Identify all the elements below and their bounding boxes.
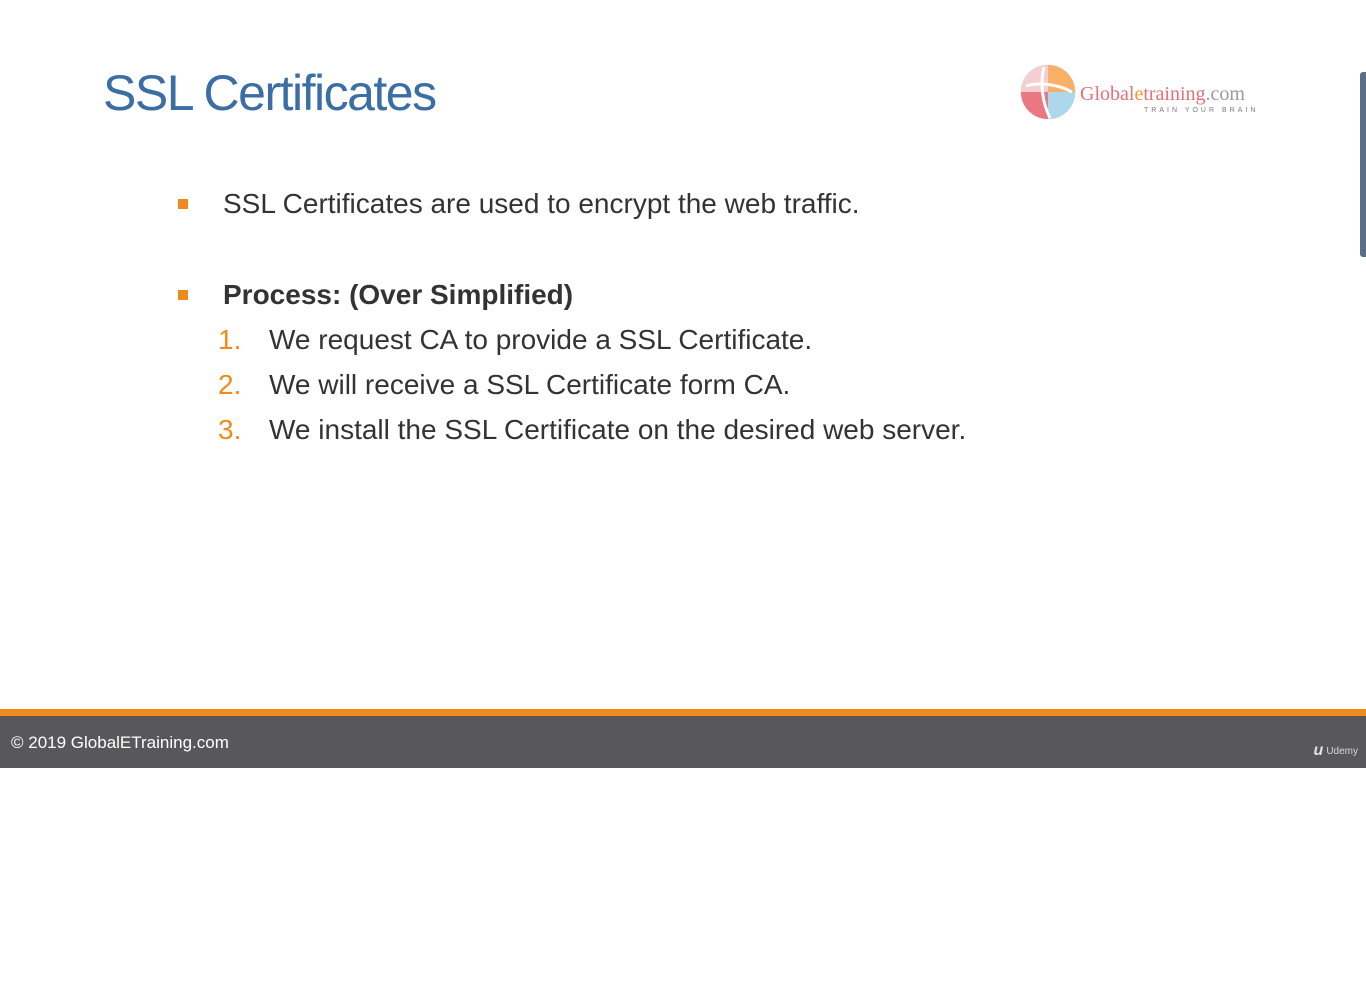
udemy-logo-icon: u <box>1313 742 1324 759</box>
slide-title: SSL Certificates <box>103 65 437 121</box>
step-text: We will receive a SSL Certificate form C… <box>269 369 791 400</box>
logo-wordmark: Globaletraining.com <box>1080 82 1245 106</box>
logo-wordmark-part: Global <box>1080 83 1135 105</box>
logo-wordmark-part: training <box>1143 83 1206 105</box>
slide-footer: © 2019 GlobalETraining.com u Udemy <box>0 716 1366 768</box>
footer-accent-rule <box>0 709 1366 716</box>
udemy-watermark: u Udemy <box>1314 742 1358 762</box>
step-number: 2. <box>218 369 242 400</box>
slide: SSL Certificates Globaletraining.com TRA… <box>0 0 1366 768</box>
edge-scroll-handle[interactable] <box>1360 72 1366 257</box>
square-bullet-icon <box>178 199 188 209</box>
udemy-label: Udemy <box>1326 745 1358 757</box>
step-number: 3. <box>218 414 242 445</box>
step-text: We install the SSL Certificate on the de… <box>269 414 967 445</box>
copyright-text: © 2019 GlobalETraining.com <box>11 733 229 752</box>
square-bullet-icon <box>178 290 188 300</box>
logo-wordmark-part: .com <box>1205 83 1245 105</box>
step-number: 1. <box>218 324 242 355</box>
step-text: We request CA to provide a SSL Certifica… <box>269 324 813 355</box>
logo-tagline: TRAIN YOUR BRAIN <box>1144 107 1259 114</box>
bullet-text: Process: (Over Simplified) <box>223 279 574 310</box>
bullet-text: SSL Certificates are used to encrypt the… <box>223 188 860 219</box>
globaletraining-logo: Globaletraining.com TRAIN YOUR BRAIN <box>1018 62 1268 126</box>
globe-logo-icon <box>1020 64 1076 120</box>
logo-wordmark-part: e <box>1134 83 1144 105</box>
